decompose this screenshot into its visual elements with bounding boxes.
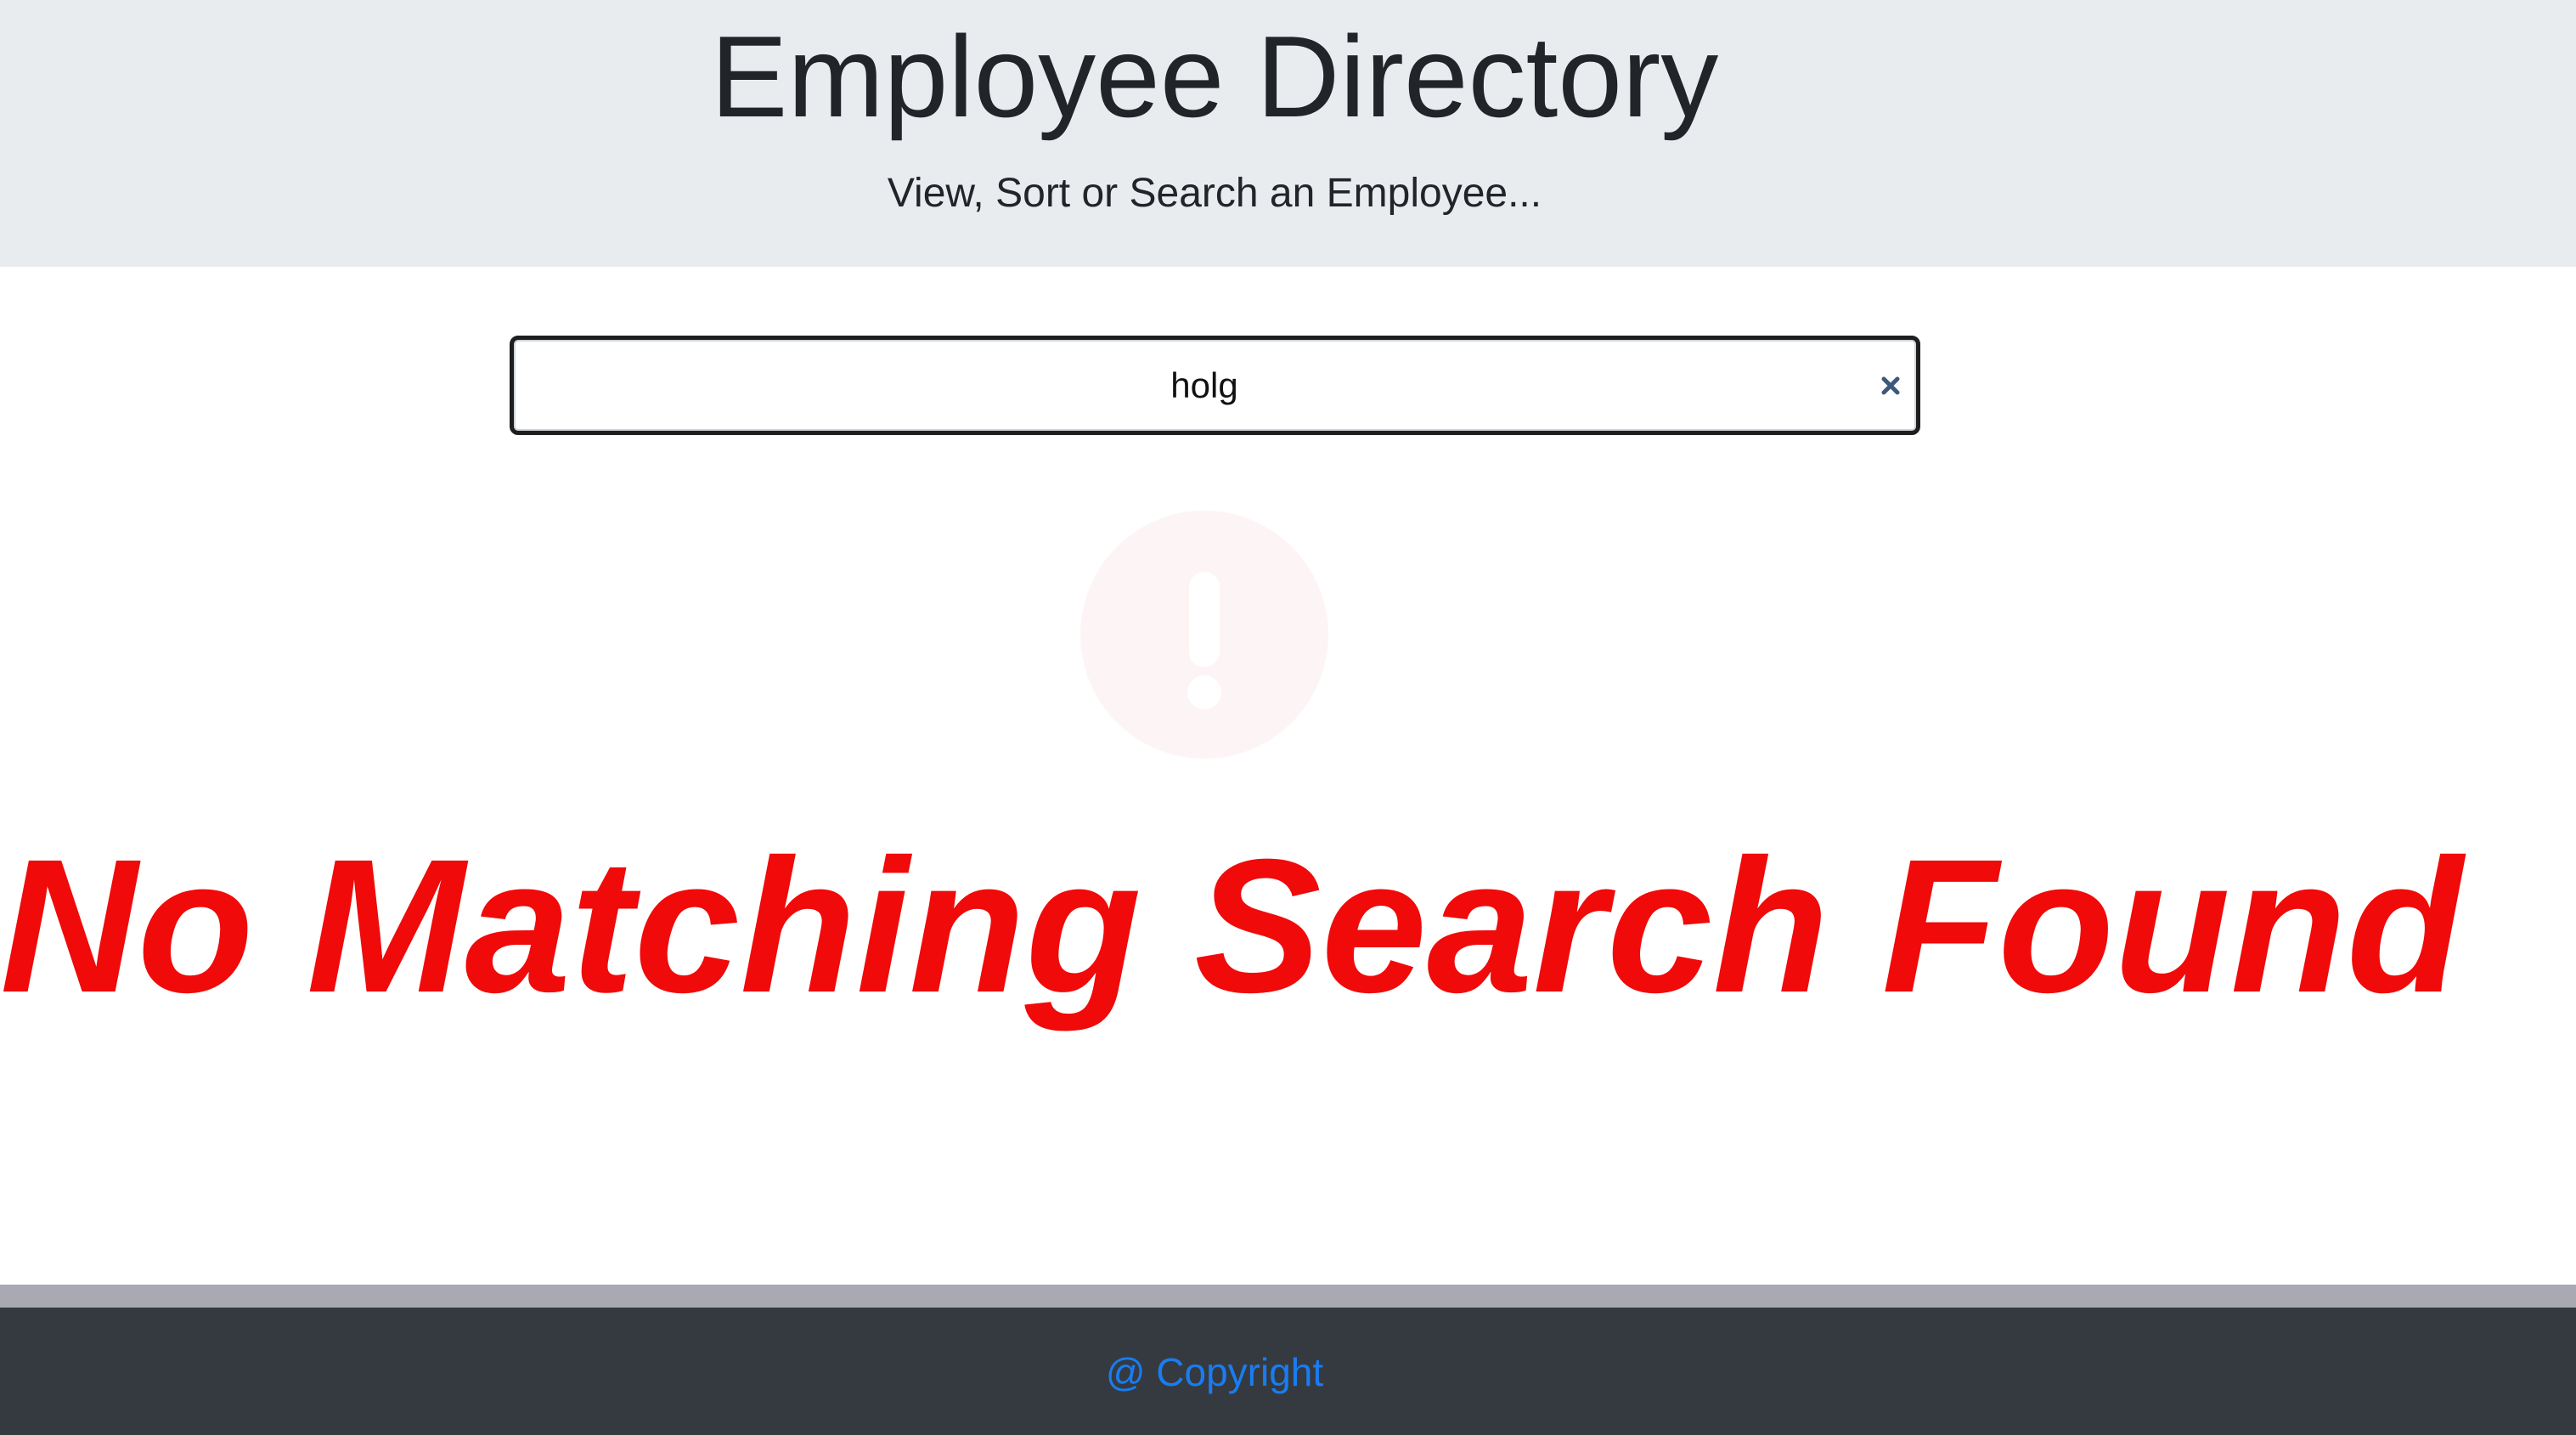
close-icon[interactable] [1874,369,1908,403]
search-input[interactable] [514,340,1916,431]
header-jumbotron: Employee Directory View, Sort or Search … [0,0,2576,267]
copyright-link[interactable]: @ Copyright [0,1348,2429,1396]
page-subtitle: View, Sort or Search an Employee... [887,171,1542,216]
no-results-message: No Matching Search Found [0,820,2463,1032]
search-box [510,336,1920,435]
exclamation-circle-icon [1080,511,1328,759]
page-title: Employee Directory [710,12,1719,141]
footer-divider [0,1285,2576,1308]
footer: @ Copyright [0,1308,2576,1435]
page: Employee Directory View, Sort or Search … [0,0,2576,1435]
